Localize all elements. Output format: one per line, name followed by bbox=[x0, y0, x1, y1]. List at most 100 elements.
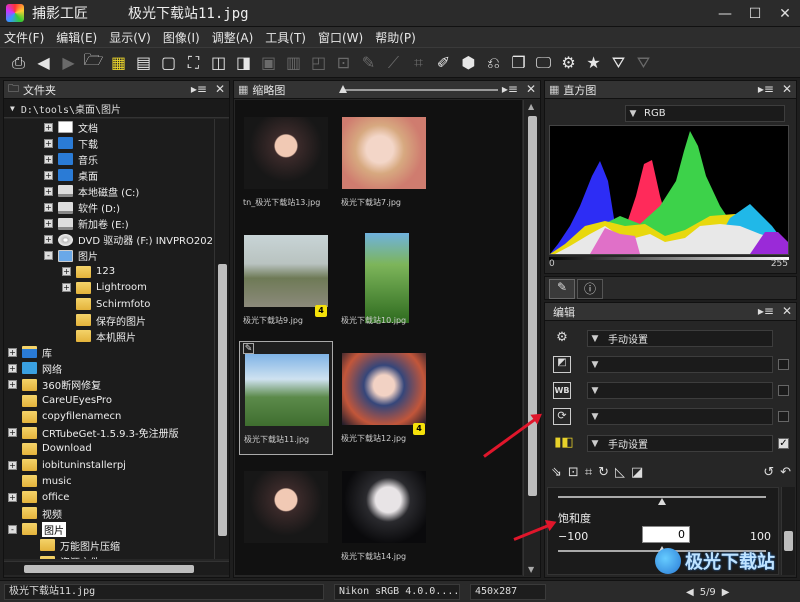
expand-icon[interactable]: + bbox=[8, 380, 17, 390]
tree-item[interactable]: CareUEyesPro bbox=[4, 393, 214, 409]
white-balance-select[interactable]: ▼ bbox=[587, 382, 773, 399]
tree-item[interactable]: Download bbox=[4, 441, 214, 457]
fit-icon[interactable]: ⊡ bbox=[568, 465, 579, 483]
crop-tool-icon[interactable]: ⌗ bbox=[585, 465, 592, 483]
tree-item[interactable]: 万能图片压缩 bbox=[4, 537, 214, 553]
panel-pin-icon[interactable]: ▸≡ bbox=[758, 304, 774, 318]
tree-item[interactable]: + 软件 (D:) bbox=[4, 199, 214, 215]
exposure-checkbox[interactable] bbox=[778, 359, 789, 370]
scroll-up-icon[interactable]: ▲ bbox=[528, 102, 534, 111]
expand-icon[interactable]: + bbox=[44, 122, 53, 132]
expand-icon[interactable]: + bbox=[44, 154, 53, 164]
expand-icon[interactable]: + bbox=[8, 460, 17, 470]
thumbnail-size-slider[interactable] bbox=[339, 85, 498, 93]
thumbnail-grid-icon[interactable]: ▦ bbox=[106, 50, 131, 75]
menu-adjust[interactable]: 调整(A) bbox=[212, 29, 254, 46]
folder-path[interactable]: ▼ D:\tools\桌面\图片 bbox=[4, 99, 229, 118]
tree-item[interactable]: Schirmfoto bbox=[4, 296, 214, 312]
tree-item[interactable]: + 新加卷 (E:) bbox=[4, 216, 214, 232]
tab-info[interactable]: ⓘ bbox=[577, 279, 603, 299]
tree-item[interactable]: - 图片 bbox=[4, 248, 214, 264]
straighten-icon[interactable]: ⟋ bbox=[381, 50, 406, 75]
expand-icon[interactable]: + bbox=[44, 138, 53, 148]
folder-tree-scrollbar[interactable] bbox=[214, 119, 229, 559]
slider-track-top[interactable] bbox=[558, 496, 766, 505]
menu-file[interactable]: 文件(F) bbox=[4, 29, 44, 46]
tree-item[interactable]: + 下载 bbox=[4, 135, 214, 151]
menu-view[interactable]: 显示(V) bbox=[109, 29, 151, 46]
wb-icon[interactable]: WB bbox=[553, 382, 571, 399]
tree-item[interactable]: + 网络 bbox=[4, 360, 214, 376]
expand-icon[interactable]: + bbox=[44, 219, 53, 229]
prev-page-icon[interactable]: ◀ bbox=[686, 587, 694, 598]
crop-icon[interactable]: ⌗ bbox=[406, 50, 431, 75]
edit-panel-scroll-thumb[interactable] bbox=[784, 531, 793, 551]
expand-icon[interactable]: + bbox=[62, 283, 71, 293]
white-balance-checkbox[interactable] bbox=[778, 385, 789, 396]
layout-b-icon[interactable]: ▥ bbox=[281, 50, 306, 75]
panel-close-icon[interactable]: ✕ bbox=[215, 82, 225, 96]
tree-item[interactable]: + office bbox=[4, 489, 214, 505]
history-icon[interactable]: ↺ bbox=[763, 465, 774, 483]
curves-icon[interactable]: ◪ bbox=[631, 465, 643, 483]
expand-icon[interactable]: + bbox=[44, 186, 53, 196]
panel-close-icon[interactable]: ✕ bbox=[782, 304, 792, 318]
batch-icon[interactable]: ❐ bbox=[506, 50, 531, 75]
tree-item[interactable]: music bbox=[4, 473, 214, 489]
thumbnail-item[interactable]: 极光下载站12.jpg 4 bbox=[337, 341, 431, 455]
panel-close-icon[interactable]: ✕ bbox=[526, 82, 536, 96]
tree-item[interactable]: copyfilenamecn bbox=[4, 409, 214, 425]
collapse-icon[interactable]: - bbox=[44, 251, 53, 261]
minimize-button[interactable]: — bbox=[710, 0, 740, 27]
rotate-select[interactable]: ▼ bbox=[587, 408, 773, 425]
panel-pin-icon[interactable]: ▸≡ bbox=[758, 82, 774, 96]
expand-icon[interactable]: + bbox=[8, 347, 17, 357]
auto-level-icon[interactable]: ⇘ bbox=[551, 465, 562, 483]
settings-icon[interactable]: ⚙ bbox=[556, 50, 581, 75]
tree-item[interactable]: 本机照片 bbox=[4, 328, 214, 344]
folder-tree-scroll-thumb[interactable] bbox=[218, 264, 227, 536]
tree-item[interactable]: + 库 bbox=[4, 344, 214, 360]
menu-image[interactable]: 图像(I) bbox=[163, 29, 200, 46]
expand-icon[interactable]: + bbox=[62, 267, 71, 277]
thumbnail-scroll-thumb[interactable] bbox=[528, 116, 537, 496]
layout-c-icon[interactable]: ◰ bbox=[306, 50, 331, 75]
folder-tree-hscroll-thumb[interactable] bbox=[24, 565, 194, 573]
rotate-checkbox[interactable] bbox=[778, 411, 789, 422]
expand-icon[interactable]: + bbox=[44, 235, 53, 245]
fullscreen-icon[interactable]: ⛶ bbox=[181, 50, 206, 75]
expand-icon[interactable]: + bbox=[8, 428, 17, 438]
exposure-icon[interactable]: ◩ bbox=[553, 356, 571, 373]
filter-off-icon[interactable]: ⛛ bbox=[631, 50, 656, 75]
filter-icon[interactable]: ⛛ bbox=[606, 50, 631, 75]
tree-item[interactable]: + 文档 bbox=[4, 119, 214, 135]
thumbnail-scrollbar[interactable]: ▲ ▼ bbox=[523, 100, 540, 576]
filmstrip-icon[interactable]: ▤ bbox=[131, 50, 156, 75]
thumbnail-item[interactable]: 极光下载站14.jpg bbox=[337, 459, 431, 573]
thumbnail-item[interactable]: 极光下载站9.jpg 4 bbox=[239, 223, 333, 337]
panel-close-icon[interactable]: ✕ bbox=[782, 82, 792, 96]
star-icon[interactable]: ★ bbox=[581, 50, 606, 75]
brush-icon[interactable]: ✎ bbox=[356, 50, 381, 75]
print-icon[interactable]: ⎙ bbox=[6, 50, 31, 75]
panel-pin-icon[interactable]: ▸≡ bbox=[502, 82, 518, 96]
forward-arrow-icon[interactable]: ▶ bbox=[56, 50, 81, 75]
tree-item[interactable]: + iobituninstallerpj bbox=[4, 457, 214, 473]
tree-item[interactable]: + 音乐 bbox=[4, 151, 214, 167]
tab-edit[interactable]: ✎ bbox=[549, 279, 575, 299]
close-button[interactable]: ✕ bbox=[770, 0, 800, 27]
thumbnail-item[interactable] bbox=[239, 459, 333, 573]
back-arrow-icon[interactable]: ◀ bbox=[31, 50, 56, 75]
thumbnail-item[interactable]: ✎ 极光下载站11.jpg bbox=[239, 341, 333, 455]
layout-d-icon[interactable]: ⊡ bbox=[331, 50, 356, 75]
saturation-input[interactable]: 0 bbox=[642, 526, 690, 543]
scroll-down-icon[interactable]: ▼ bbox=[528, 565, 534, 574]
undo-icon[interactable]: ↶ bbox=[780, 465, 791, 483]
single-view-icon[interactable]: ▢ bbox=[156, 50, 181, 75]
convert-icon[interactable]: ⎌ bbox=[481, 50, 506, 75]
tree-item[interactable]: +360断网修复 bbox=[4, 377, 214, 393]
maximize-button[interactable]: ☐ bbox=[740, 0, 770, 27]
edit-panel-scrollbar[interactable] bbox=[781, 487, 795, 575]
thumbnail-item[interactable]: 极光下载站7.jpg bbox=[337, 105, 431, 219]
tree-item[interactable]: 资源文件 bbox=[4, 554, 214, 559]
